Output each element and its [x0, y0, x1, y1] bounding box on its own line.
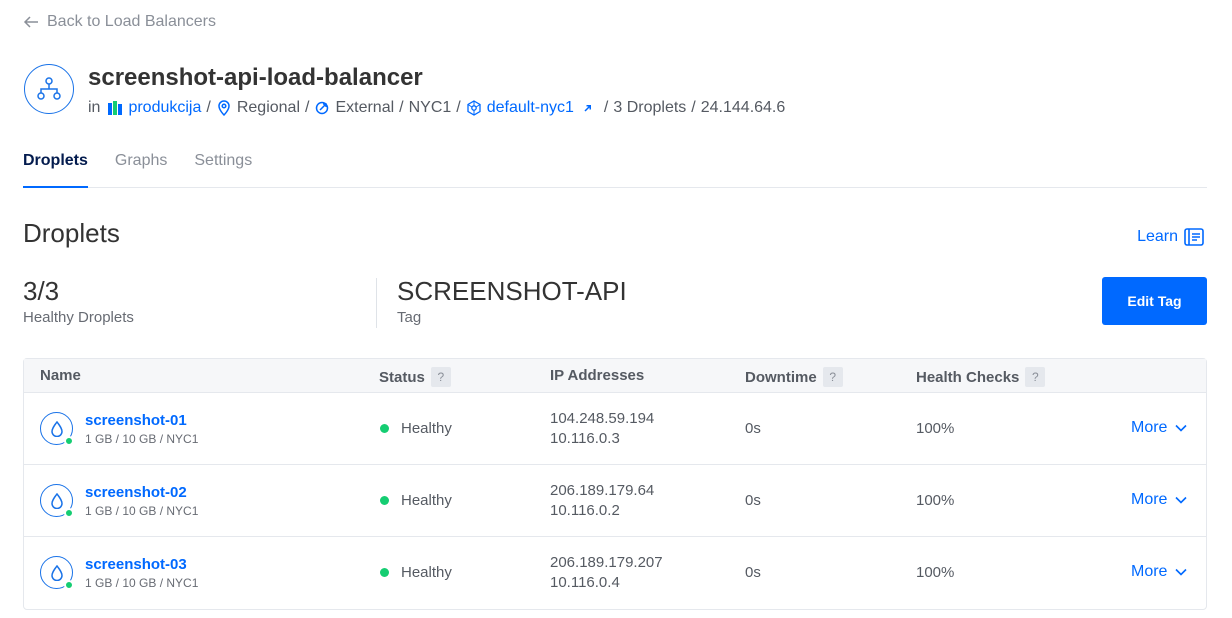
load-balancer-icon [24, 64, 74, 114]
status-help-icon[interactable]: ? [430, 367, 451, 387]
load-balancer-meta: in produkcija / Regional / External / NY… [88, 99, 786, 117]
droplets-table: Name Status? IP Addresses Downtime? Heal… [23, 358, 1207, 610]
table-row: screenshot-02 1 GB / 10 GB / NYC1 Health… [24, 465, 1206, 537]
back-link-label: Back to Load Balancers [47, 13, 216, 30]
droplet-health-checks: 100% [916, 492, 955, 509]
healthy-droplets-label: Healthy Droplets [23, 309, 134, 326]
location-pin-icon [218, 100, 230, 116]
online-indicator [64, 580, 74, 590]
docs-icon [1184, 228, 1204, 246]
tag-stat: SCREENSHOT-API Tag [397, 276, 627, 326]
region-type-label: Regional [236, 99, 300, 116]
droplet-name-link[interactable]: screenshot-01 [85, 412, 187, 429]
more-menu-button[interactable]: More [1131, 419, 1188, 437]
health-checks-help-icon[interactable]: ? [1025, 367, 1046, 387]
chevron-down-icon [1175, 424, 1188, 432]
edit-tag-button[interactable]: Edit Tag [1102, 277, 1207, 325]
column-downtime: Downtime? [745, 367, 843, 387]
tab-bar: Droplets Graphs Settings [23, 152, 1207, 188]
vpc-network-icon [467, 100, 481, 116]
stat-divider [376, 278, 377, 328]
droplet-status: Healthy [380, 492, 452, 509]
tab-settings[interactable]: Settings [194, 152, 252, 188]
column-status: Status? [379, 367, 451, 387]
project-icon [108, 101, 123, 115]
droplet-downtime: 0s [745, 420, 761, 437]
column-name: Name [40, 367, 81, 384]
droplet-ip-addresses: 104.248.59.194 10.116.0.3 [550, 409, 654, 449]
private-ip: 10.116.0.3 [550, 430, 620, 447]
more-menu-button[interactable]: More [1131, 491, 1188, 509]
healthy-dot [380, 568, 389, 577]
column-health-checks: Health Checks? [916, 367, 1046, 387]
vpc-link[interactable]: default-nyc1 [466, 99, 594, 117]
datacenter-label: NYC1 [408, 99, 452, 116]
vpc-name: default-nyc1 [486, 99, 574, 116]
learn-link[interactable]: Learn [1137, 228, 1204, 246]
in-label: in [88, 99, 101, 116]
droplet-downtime: 0s [745, 492, 761, 509]
public-ip: 206.189.179.207 [550, 554, 663, 571]
healthy-dot [380, 424, 389, 433]
healthy-dot [380, 496, 389, 505]
column-ip-addresses: IP Addresses [550, 367, 645, 384]
public-ip: 206.189.179.64 [550, 482, 655, 499]
section-title: Droplets [23, 218, 120, 248]
droplet-health-checks: 100% [916, 420, 955, 437]
network-type-label: External [335, 99, 395, 116]
arrow-left-icon [23, 16, 38, 28]
droplet-spec: 1 GB / 10 GB / NYC1 [85, 504, 199, 518]
region-type: Regional [216, 99, 300, 117]
external-network-icon [316, 101, 329, 115]
online-indicator [64, 508, 74, 518]
private-ip: 10.116.0.4 [550, 574, 620, 591]
page-title: screenshot-api-load-balancer [88, 64, 423, 91]
learn-label: Learn [1137, 228, 1178, 245]
table-header: Name Status? IP Addresses Downtime? Heal… [24, 359, 1206, 393]
droplet-ip-addresses: 206.189.179.207 10.116.0.4 [550, 553, 663, 593]
droplet-name-link[interactable]: screenshot-02 [85, 484, 187, 501]
load-balancer-ip: 24.144.64.6 [700, 99, 786, 116]
tab-graphs[interactable]: Graphs [115, 152, 167, 188]
table-row: screenshot-03 1 GB / 10 GB / NYC1 Health… [24, 537, 1206, 609]
project-link[interactable]: produkcija [107, 99, 201, 117]
more-menu-button[interactable]: More [1131, 563, 1188, 581]
back-to-load-balancers-link[interactable]: Back to Load Balancers [23, 13, 216, 31]
droplet-count: 3 Droplets [613, 99, 687, 116]
healthy-droplets-stat: 3/3 Healthy Droplets [23, 276, 134, 326]
droplet-ip-addresses: 206.189.179.64 10.116.0.2 [550, 481, 654, 521]
droplet-status: Healthy [380, 564, 452, 581]
chevron-down-icon [1175, 496, 1188, 504]
table-row: screenshot-01 1 GB / 10 GB / NYC1 Health… [24, 393, 1206, 465]
private-ip: 10.116.0.2 [550, 502, 620, 519]
healthy-droplets-value: 3/3 [23, 276, 60, 306]
droplet-status: Healthy [380, 420, 452, 437]
network-type: External [314, 99, 394, 117]
online-indicator [64, 436, 74, 446]
droplet-downtime: 0s [745, 564, 761, 581]
droplet-health-checks: 100% [916, 564, 955, 581]
external-link-arrow-icon [584, 105, 591, 112]
downtime-help-icon[interactable]: ? [822, 367, 843, 387]
public-ip: 104.248.59.194 [550, 410, 655, 427]
tab-droplets[interactable]: Droplets [23, 152, 88, 188]
tag-label: Tag [397, 309, 422, 326]
droplet-spec: 1 GB / 10 GB / NYC1 [85, 432, 199, 446]
tag-value: SCREENSHOT-API [397, 276, 627, 306]
chevron-down-icon [1175, 568, 1188, 576]
project-name: produkcija [128, 99, 202, 116]
droplet-name-link[interactable]: screenshot-03 [85, 556, 187, 573]
droplet-spec: 1 GB / 10 GB / NYC1 [85, 576, 199, 590]
